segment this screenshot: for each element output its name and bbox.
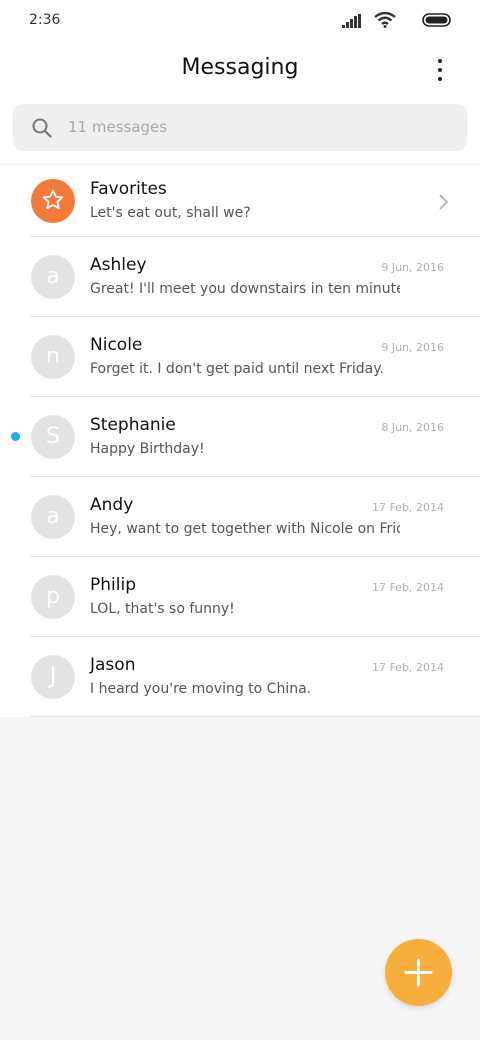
message-preview: Hey, want to get together with Nicole on… — [90, 521, 400, 537]
more-options-button[interactable] — [426, 56, 454, 84]
signal-icon — [342, 14, 361, 28]
avatar: n — [31, 335, 75, 379]
contact-name: Stephanie — [90, 415, 176, 435]
new-message-button[interactable] — [385, 939, 452, 1006]
status-icons — [332, 12, 452, 30]
unread-indicator — [11, 432, 20, 441]
conversation-item-philip[interactable]: p Philip 17 Feb, 2014 LOL, that's so fun… — [0, 557, 480, 637]
avatar: a — [31, 255, 75, 299]
chevron-right-icon — [439, 194, 449, 210]
contact-name: Ashley — [90, 255, 147, 275]
search-icon — [32, 118, 52, 138]
search-input[interactable]: 11 messages — [13, 104, 467, 151]
contact-name: Nicole — [90, 335, 143, 355]
avatar: S — [31, 415, 75, 459]
status-time: 2:36 — [29, 12, 61, 28]
contact-name: Andy — [90, 495, 134, 515]
plus-icon — [404, 958, 433, 987]
message-preview: Let's eat out, shall we? — [90, 205, 251, 221]
search-placeholder: 11 messages — [68, 118, 168, 136]
avatar: J — [31, 655, 75, 699]
message-date: 17 Feb, 2014 — [372, 581, 444, 594]
message-preview: Forget it. I don't get paid until next F… — [90, 361, 384, 377]
page-title: Messaging — [181, 55, 299, 80]
message-date: 17 Feb, 2014 — [372, 661, 444, 674]
message-preview: Happy Birthday! — [90, 441, 205, 457]
conversation-item-jason[interactable]: J Jason 17 Feb, 2014 I heard you're movi… — [0, 637, 480, 717]
star-icon — [42, 189, 64, 210]
message-date: 17 Feb, 2014 — [372, 501, 444, 514]
favorites-avatar — [31, 179, 75, 223]
avatar: a — [31, 495, 75, 539]
conversation-list: Favorites Let's eat out, shall we? a Ash… — [0, 164, 480, 717]
message-date: 9 Jun, 2016 — [381, 341, 444, 354]
contact-name: Jason — [90, 655, 136, 675]
message-date: 8 Jun, 2016 — [381, 421, 444, 434]
status-bar: 2:36 — [0, 0, 480, 40]
contact-name: Favorites — [90, 179, 167, 199]
message-preview: Great! I'll meet you downstairs in ten m… — [90, 281, 400, 297]
message-date: 9 Jun, 2016 — [381, 261, 444, 274]
conversation-item-andy[interactable]: a Andy 17 Feb, 2014 Hey, want to get tog… — [0, 477, 480, 557]
more-vertical-icon — [438, 59, 442, 63]
contact-name: Philip — [90, 575, 136, 595]
battery-icon — [422, 13, 451, 27]
conversation-item-nicole[interactable]: n Nicole 9 Jun, 2016 Forget it. I don't … — [0, 317, 480, 397]
wifi-icon — [374, 12, 396, 28]
conversation-item-ashley[interactable]: a Ashley 9 Jun, 2016 Great! I'll meet yo… — [0, 237, 480, 317]
message-preview: I heard you're moving to China. — [90, 681, 312, 697]
divider — [30, 716, 480, 717]
more-vertical-icon-dot — [438, 77, 442, 81]
app-header-area: 2:36 Messaging 11 messages — [0, 0, 480, 164]
conversation-item-stephanie[interactable]: S Stephanie 8 Jun, 2016 Happy Birthday! — [0, 397, 480, 477]
favorites-item[interactable]: Favorites Let's eat out, shall we? — [0, 165, 480, 237]
message-preview: LOL, that's so funny! — [90, 601, 235, 617]
avatar: p — [31, 575, 75, 619]
more-vertical-icon-dot — [438, 68, 442, 72]
